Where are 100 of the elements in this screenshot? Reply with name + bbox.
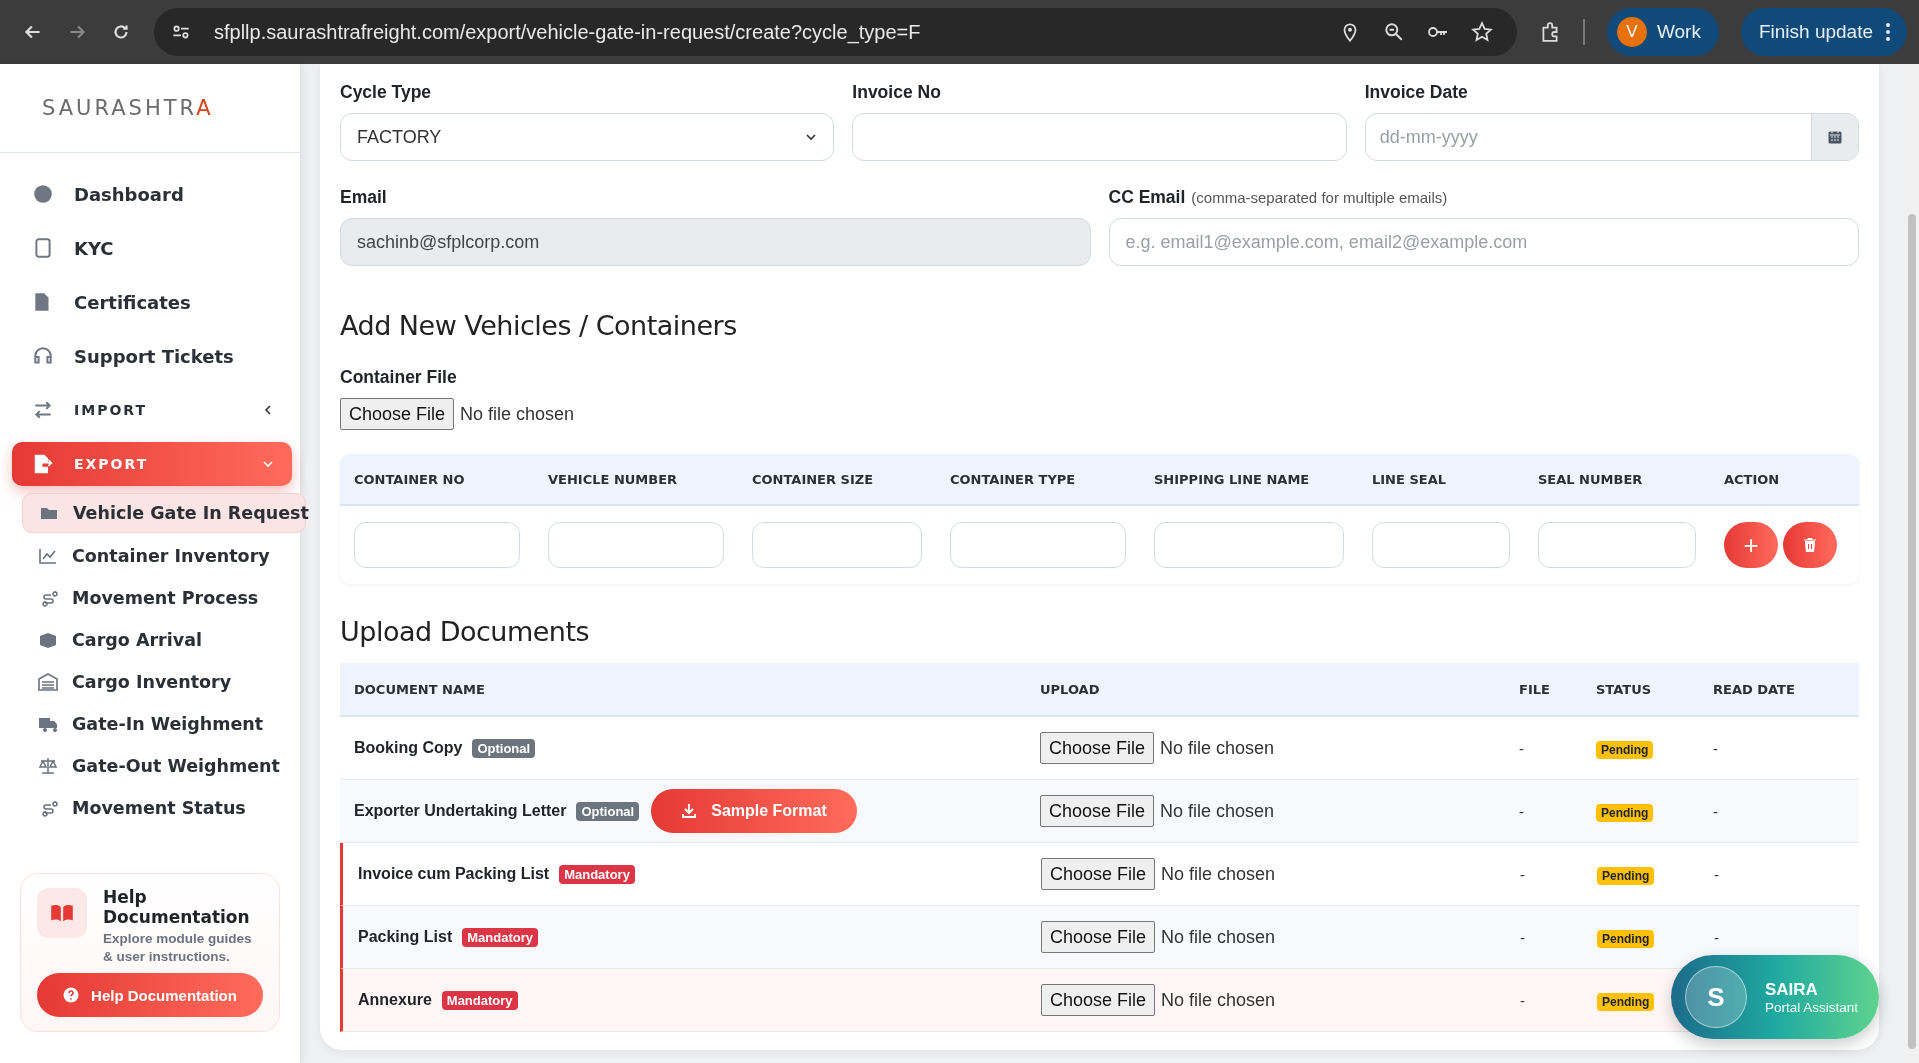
sidebar-subitem[interactable]: Container Inventory bbox=[22, 537, 300, 575]
choose-file-button[interactable]: Choose File bbox=[1041, 858, 1156, 890]
sidebar-section[interactable]: IMPORT bbox=[12, 388, 292, 432]
table-input[interactable] bbox=[1154, 522, 1344, 568]
logo: SAURASHTRA bbox=[42, 96, 214, 120]
status-badge: Pending bbox=[1597, 930, 1655, 948]
sidebar-subitem[interactable]: Cargo Arrival bbox=[22, 621, 300, 659]
table-cell-text: - bbox=[1519, 739, 1525, 757]
file-status: No file chosen bbox=[1161, 863, 1276, 885]
sidebar-item[interactable]: KYC bbox=[0, 221, 300, 275]
column-header: ACTION bbox=[1724, 471, 1781, 487]
finish-update-button[interactable]: Finish update bbox=[1740, 8, 1907, 56]
table-cell-text: - bbox=[1520, 928, 1526, 946]
column-header: LINE SEAL bbox=[1372, 471, 1447, 487]
help-documentation-button[interactable]: Help Documentation bbox=[37, 973, 263, 1018]
cycle-type-select[interactable]: FACTORY bbox=[340, 113, 835, 161]
cc-email-field[interactable]: e.g. email1@example.com, email2@example.com bbox=[1108, 218, 1859, 266]
field-label: Cycle Type bbox=[340, 82, 433, 103]
field-label: Email bbox=[340, 187, 388, 208]
sidebar-item[interactable]: Certificates bbox=[0, 275, 300, 329]
sidebar-item[interactable]: Dashboard bbox=[0, 167, 300, 221]
url-text: sfpllp.saurashtrafreight.com/export/vehicle-gate-in-request/create?cycle_type=F bbox=[214, 20, 921, 44]
star-icon[interactable] bbox=[1470, 21, 1493, 43]
sidebar-subitem[interactable]: Movement Process bbox=[22, 579, 300, 617]
download-icon bbox=[681, 803, 698, 819]
table-input[interactable] bbox=[354, 522, 520, 568]
assistant-subtitle: Portal Assistant bbox=[1765, 999, 1859, 1015]
document-name: Invoice cum Packing List bbox=[358, 865, 550, 883]
choose-file-button[interactable]: Choose File bbox=[1041, 984, 1156, 1016]
choose-file-button[interactable]: Choose File bbox=[340, 398, 455, 430]
column-header: CONTAINER NO bbox=[354, 471, 466, 487]
address-bar[interactable]: sfpllp.saurashtrafreight.com/export/vehicle-gate-in-request/create?cycle_type=F bbox=[154, 8, 1517, 56]
table-input[interactable] bbox=[752, 522, 922, 568]
table-input[interactable] bbox=[548, 522, 724, 568]
assistant-name: SAIRA bbox=[1765, 979, 1819, 1000]
column-header: UPLOAD bbox=[1040, 681, 1101, 697]
table-input[interactable] bbox=[950, 522, 1126, 568]
export-icon bbox=[32, 453, 54, 475]
more-icon bbox=[1885, 22, 1891, 42]
section-heading: Upload Documents bbox=[340, 616, 591, 647]
table-cell-text: - bbox=[1520, 991, 1526, 1009]
column-header: SHIPPING LINE NAME bbox=[1154, 471, 1311, 487]
chart-icon bbox=[38, 546, 58, 566]
field-label: Invoice No bbox=[852, 82, 942, 103]
help-text: Explore module guides & user instructions. bbox=[103, 930, 253, 966]
table-input[interactable] bbox=[1538, 522, 1696, 568]
file-status: No file chosen bbox=[1161, 926, 1276, 948]
file-status: No file chosen bbox=[1160, 800, 1275, 822]
field-hint: (comma-separated for multiple emails) bbox=[1191, 189, 1448, 206]
table-input[interactable] bbox=[1372, 522, 1510, 568]
file-status: No file chosen bbox=[1161, 989, 1276, 1011]
profile-avatar: V bbox=[1616, 17, 1647, 47]
field-label: Container File bbox=[340, 367, 458, 388]
calendar-icon[interactable] bbox=[1811, 114, 1858, 160]
document-name: Annexure bbox=[358, 991, 432, 1009]
column-header: CONTAINER TYPE bbox=[950, 471, 1077, 487]
table-cell-text: - bbox=[1519, 802, 1525, 820]
column-header: CONTAINER SIZE bbox=[752, 471, 875, 487]
requirement-tag: Mandatory bbox=[441, 990, 518, 1010]
requirement-tag: Mandatory bbox=[559, 864, 635, 884]
profile-button[interactable]: V Work bbox=[1606, 8, 1719, 56]
zoom-icon[interactable] bbox=[1382, 21, 1405, 43]
table-cell-text: - bbox=[1713, 739, 1719, 757]
table-cell-text: - bbox=[1714, 928, 1720, 946]
table-cell-text: - bbox=[1714, 865, 1720, 883]
chevron-icon bbox=[262, 404, 274, 416]
swap-icon bbox=[32, 399, 54, 421]
status-badge: Pending bbox=[1597, 867, 1655, 885]
assistant-avatar: S bbox=[1685, 966, 1747, 1028]
sidebar-subitem[interactable]: Movement Status bbox=[22, 789, 300, 827]
scale-icon bbox=[38, 756, 58, 776]
sidebar-subitem[interactable]: Gate-Out Weighment bbox=[22, 747, 300, 785]
sample-format-button[interactable]: Sample Format bbox=[651, 789, 857, 833]
sidebar-subitem[interactable]: Cargo Inventory bbox=[22, 663, 300, 701]
headset-icon bbox=[32, 345, 54, 367]
status-badge: Pending bbox=[1597, 993, 1655, 1011]
delete-button[interactable] bbox=[1783, 522, 1837, 568]
requirement-tag: Mandatory bbox=[462, 927, 538, 947]
sidebar-item[interactable]: Support Tickets bbox=[0, 329, 300, 383]
trash-icon bbox=[1802, 537, 1818, 553]
column-header: FILE bbox=[1519, 681, 1551, 697]
chevron-icon bbox=[262, 458, 274, 470]
column-header: READ DATE bbox=[1713, 681, 1796, 697]
column-header: STATUS bbox=[1596, 681, 1653, 697]
choose-file-button[interactable]: Choose File bbox=[1040, 795, 1155, 827]
warehouse-icon bbox=[38, 672, 58, 692]
section-heading: Add New Vehicles / Containers bbox=[340, 310, 738, 341]
document-name: Booking Copy bbox=[354, 739, 463, 757]
table-cell-text: - bbox=[1713, 802, 1719, 820]
sidebar-subitem[interactable]: Gate-In Weighment bbox=[22, 705, 300, 743]
column-header: VEHICLE NUMBER bbox=[548, 471, 679, 487]
sidebar-section[interactable]: EXPORT bbox=[12, 442, 292, 486]
table-cell-text: - bbox=[1520, 865, 1526, 883]
document-name: Exporter Undertaking Letter bbox=[354, 802, 567, 820]
column-header: DOCUMENT NAME bbox=[354, 681, 486, 697]
choose-file-button[interactable]: Choose File bbox=[1040, 732, 1155, 764]
choose-file-button[interactable]: Choose File bbox=[1041, 921, 1156, 953]
help-title: Help Documentation bbox=[103, 888, 251, 928]
field-label: CC Email bbox=[1108, 187, 1186, 208]
invoice-no-field[interactable] bbox=[852, 113, 1347, 161]
